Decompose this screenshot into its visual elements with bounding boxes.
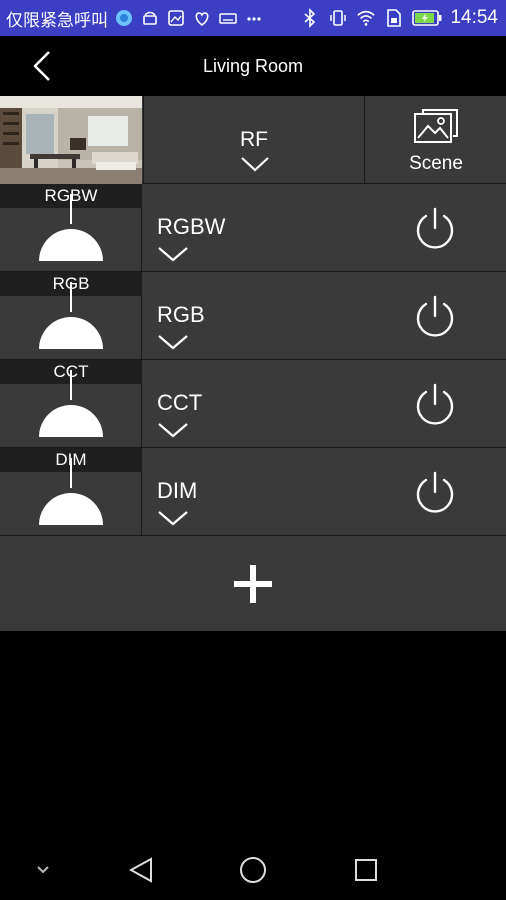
circle-home-icon: [240, 857, 266, 883]
vibrate-icon: [328, 8, 348, 28]
square-recents-icon: [355, 859, 377, 881]
scene-gallery-icon: [414, 109, 458, 143]
power-button[interactable]: [412, 206, 458, 252]
lamp-icon: [39, 282, 103, 349]
chevron-down-icon: [37, 866, 49, 874]
more-notifications-icon: [244, 8, 264, 28]
nav-back-button[interactable]: [126, 855, 156, 885]
device-lamp-tile[interactable]: RGB: [0, 272, 142, 360]
rf-mode-label: RF: [240, 128, 268, 151]
device-row-dim: DIM DIM: [0, 448, 506, 536]
chevron-down-icon[interactable]: [157, 246, 189, 262]
device-lamp-tile[interactable]: RGBW: [0, 184, 142, 272]
device-name[interactable]: CCT: [157, 390, 202, 416]
lamp-icon: [39, 194, 103, 261]
device-name[interactable]: RGBW: [157, 214, 225, 240]
plus-icon: [234, 564, 272, 603]
device-panel: RF Scene RGBW RGBW RGB RGB CCT CCT DIM D…: [0, 96, 506, 631]
chevron-left-icon: [33, 51, 50, 81]
nav-recents-button[interactable]: [351, 855, 381, 885]
room-photo[interactable]: [0, 96, 142, 184]
wifi-icon: [356, 8, 376, 28]
emergency-calls-text: 仅限紧急呼叫: [6, 10, 108, 31]
nav-home-button[interactable]: [238, 855, 268, 885]
power-button[interactable]: [412, 470, 458, 516]
device-lamp-tile[interactable]: CCT: [0, 360, 142, 448]
app-notification-icon: [114, 8, 134, 28]
device-row-rgb: RGB RGB: [0, 272, 506, 360]
sim-card-icon: [384, 8, 404, 28]
android-icon: [140, 8, 160, 28]
status-bar: 仅限紧急呼叫 14:54: [0, 0, 506, 36]
power-button[interactable]: [412, 294, 458, 340]
battery-charging-icon: [412, 8, 442, 28]
back-button[interactable]: [22, 46, 62, 86]
system-nav-bar: [0, 840, 506, 900]
chevron-down-icon[interactable]: [157, 422, 189, 438]
lamp-icon: [39, 370, 103, 437]
lamp-icon: [39, 458, 103, 525]
clock: 14:54: [450, 7, 498, 28]
power-icon: [416, 295, 454, 337]
device-row-cct: CCT CCT: [0, 360, 506, 448]
chevron-down-icon: [241, 157, 269, 172]
bluetooth-icon: [300, 8, 320, 28]
chevron-down-icon[interactable]: [157, 510, 189, 526]
device-name[interactable]: RGB: [157, 302, 205, 328]
chevron-down-icon[interactable]: [157, 334, 189, 350]
power-icon: [416, 383, 454, 425]
power-button[interactable]: [412, 382, 458, 428]
power-icon: [416, 207, 454, 249]
image-icon: [166, 8, 186, 28]
device-lamp-tile[interactable]: DIM: [0, 448, 142, 536]
device-row-rgbw: RGBW RGBW: [0, 184, 506, 272]
scene-label: Scene: [409, 153, 463, 174]
scene-button[interactable]: Scene: [366, 96, 506, 184]
page-title: Living Room: [202, 56, 304, 76]
app-bar: Living Room: [0, 36, 506, 96]
triangle-back-icon: [128, 857, 152, 883]
device-name[interactable]: DIM: [157, 478, 197, 504]
heart-shield-icon: [192, 8, 212, 28]
power-icon: [416, 471, 454, 513]
hide-nav-button[interactable]: [28, 855, 58, 885]
keyboard-icon: [218, 8, 238, 28]
add-device-button[interactable]: [0, 536, 506, 631]
controller-row: RF Scene: [0, 96, 506, 184]
rf-mode-selector[interactable]: RF: [143, 96, 365, 184]
